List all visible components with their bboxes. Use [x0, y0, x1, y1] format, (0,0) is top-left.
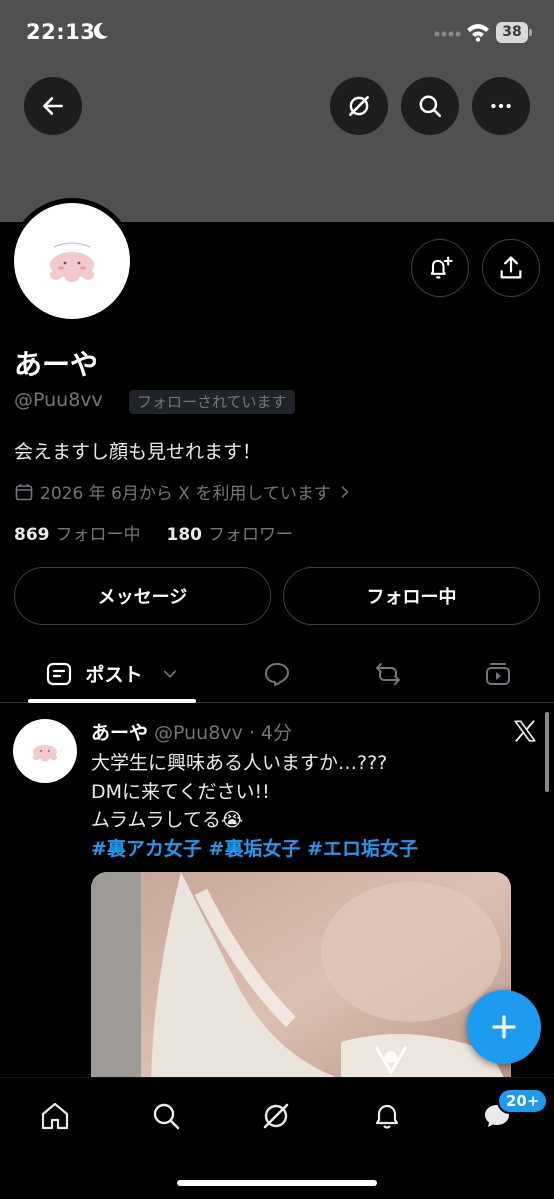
x-logo-icon [514, 720, 536, 742]
chevron-down-icon[interactable] [161, 665, 179, 683]
nav-notifications[interactable] [367, 1096, 407, 1136]
reply-icon [265, 662, 289, 686]
joined-date[interactable]: 2026 年 6月から X を利用しています [14, 479, 353, 504]
tab-replies[interactable] [252, 645, 302, 702]
scrollbar[interactable] [545, 712, 549, 792]
profile-bio: 会えますし顔も見せれます！ [14, 441, 262, 463]
follow-counts: 869 フォロー中 180 フォロワー [14, 520, 293, 545]
arrow-left-icon [43, 97, 63, 115]
share-icon [500, 256, 522, 279]
tab-posts-label: ポスト [85, 664, 143, 686]
home-icon [41, 1102, 69, 1130]
avatar-character-image [33, 745, 57, 762]
joined-text: 2026 年 6月から X を利用しています [40, 484, 331, 504]
post-header: あーや @Puu8vv · 4分 [91, 718, 292, 745]
followers-label[interactable]: フォロワー [208, 520, 293, 545]
tab-reposts[interactable] [363, 645, 413, 702]
post-author-name[interactable]: あーや [91, 718, 148, 745]
avatar-character-image [50, 242, 94, 282]
display-name: あーや [14, 348, 99, 381]
media-icon [486, 662, 510, 685]
nav-home[interactable] [35, 1096, 75, 1136]
post-author-avatar[interactable] [13, 719, 77, 783]
bell-icon [375, 1104, 399, 1129]
follows-you-badge: フォローされています [129, 390, 295, 414]
home-indicator[interactable] [177, 1180, 377, 1186]
compose-button[interactable] [467, 990, 541, 1064]
user-handle: @Puu8vv [14, 389, 103, 411]
grok-icon [349, 96, 369, 116]
battery-indicator: 38 [496, 22, 532, 44]
nav-grok[interactable] [256, 1096, 296, 1136]
post-hashtags[interactable]: #裏アカ女子 #裏垢女子 #エロ垢女子 [91, 834, 418, 861]
following-count[interactable]: 869 [14, 525, 50, 545]
following-button[interactable]: フォロー中 [283, 567, 540, 625]
tab-media[interactable] [473, 645, 523, 702]
chevron-right-icon [341, 485, 349, 498]
post-meta: @Puu8vv · 4分 [154, 722, 293, 744]
more-button[interactable] [472, 77, 530, 135]
search-button[interactable] [401, 77, 459, 135]
post-text-line-1: 大学生に興味ある人いますか…??? [91, 752, 388, 774]
followers-count[interactable]: 180 [167, 525, 203, 545]
battery-level: 38 [502, 24, 522, 40]
photo [91, 872, 511, 1092]
notify-button[interactable] [411, 239, 469, 297]
post-text-line-3: ムラムラしてる😭 [91, 809, 244, 831]
status-time: 22:13 [26, 20, 96, 44]
search-icon [419, 95, 442, 118]
share-button[interactable] [482, 239, 540, 297]
signal-icon [434, 31, 461, 37]
posts-icon [47, 662, 72, 685]
message-button[interactable]: メッセージ [14, 567, 271, 625]
search-icon [153, 1103, 180, 1130]
post-media-image[interactable] [91, 872, 511, 1092]
moon-icon [93, 22, 108, 39]
repost-icon [376, 662, 400, 685]
more-icon [491, 103, 511, 109]
post-text-line-2: DMに来てください!! [91, 781, 270, 803]
plus-icon [492, 1015, 516, 1039]
avatar [14, 203, 130, 319]
following-label[interactable]: フォロー中 [56, 520, 141, 545]
wifi-icon [467, 24, 489, 42]
grok-icon [263, 1103, 289, 1129]
profile-avatar[interactable] [9, 198, 135, 324]
status-bar: 22:13 38 [0, 0, 554, 66]
nav-search[interactable] [146, 1096, 186, 1136]
tab-active-indicator [28, 699, 196, 703]
back-button[interactable] [24, 77, 82, 135]
profile-tabs: ポスト [0, 645, 554, 703]
grok-button[interactable] [330, 77, 388, 135]
messages-badge: 20+ [497, 1088, 549, 1114]
calendar-icon [15, 483, 33, 500]
tab-posts[interactable]: ポスト [28, 645, 196, 702]
bell-plus-icon [430, 256, 453, 279]
